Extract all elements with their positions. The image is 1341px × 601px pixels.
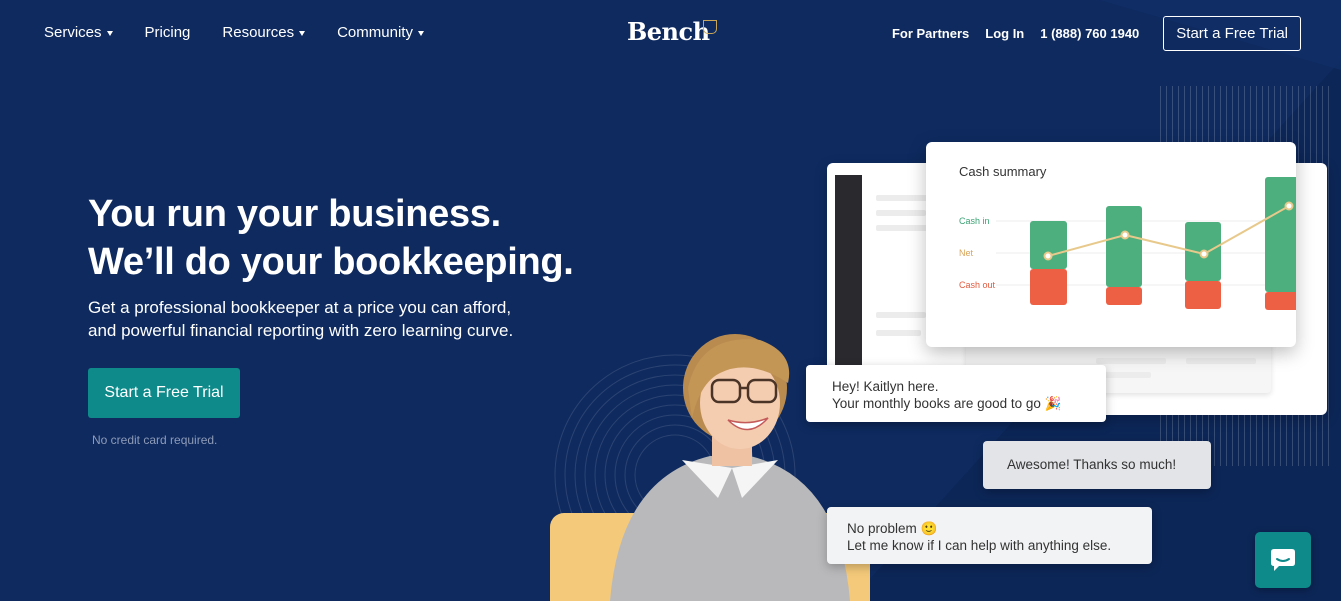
cash-summary-chart	[996, 177, 1296, 310]
net-line	[1047, 205, 1290, 257]
cash-summary-card: Cash summary Cash in Net Cash out	[926, 142, 1296, 347]
chat-message-followup: No problem 🙂 Let me know if I can help w…	[827, 507, 1152, 564]
chevron-down-icon	[417, 31, 424, 36]
nav-menu: Services Pricing Resources Community	[44, 24, 424, 41]
chevron-down-icon	[106, 31, 113, 36]
nav-community[interactable]: Community	[337, 24, 424, 41]
bar-cash-in-1	[1030, 221, 1067, 269]
nav-resources[interactable]: Resources	[222, 24, 306, 41]
phone-link[interactable]: 1 (888) 760 1940	[1040, 26, 1139, 41]
bar-cash-in-4	[1265, 177, 1296, 292]
chat-bubble-icon	[1271, 549, 1295, 571]
nav-pricing[interactable]: Pricing	[145, 24, 191, 41]
for-partners-link[interactable]: For Partners	[892, 26, 969, 41]
hero-free-trial-button[interactable]: Start a Free Trial	[88, 368, 240, 418]
bar-cash-out-3	[1185, 281, 1221, 309]
chat-message-reply: Awesome! Thanks so much!	[983, 441, 1211, 489]
bar-cash-out-2	[1106, 287, 1142, 305]
nav-right: For Partners Log In 1 (888) 760 1940 Sta…	[892, 16, 1301, 51]
bar-cash-out-1	[1030, 269, 1067, 305]
net-point-2	[1120, 230, 1130, 240]
top-nav: Services Pricing Resources Community Ben…	[0, 0, 1341, 68]
chat-message-kaitlyn: Hey! Kaitlyn here. Your monthly books ar…	[806, 365, 1106, 422]
hero-title-line1: You run your business.	[88, 193, 501, 235]
nav-services[interactable]: Services	[44, 24, 113, 41]
chevron-down-icon	[299, 31, 306, 36]
net-point-4	[1284, 201, 1294, 211]
bar-cash-in-2	[1106, 206, 1142, 287]
hero-title: You run your business. We’ll do your boo…	[88, 190, 574, 286]
login-link[interactable]: Log In	[985, 26, 1024, 41]
chat-launcher-button[interactable]	[1255, 532, 1311, 588]
no-credit-card-note: No credit card required.	[92, 433, 218, 447]
net-point-3	[1199, 249, 1209, 259]
shield-icon	[703, 20, 717, 34]
hero-subtitle: Get a professional bookkeeper at a price…	[88, 298, 514, 340]
bar-cash-out-4	[1265, 292, 1296, 310]
bench-logo[interactable]: Bench	[627, 17, 710, 46]
net-point-1	[1043, 251, 1053, 261]
nav-free-trial-button[interactable]: Start a Free Trial	[1163, 16, 1301, 51]
hero-title-line2: We’ll do your bookkeeping.	[88, 241, 574, 283]
